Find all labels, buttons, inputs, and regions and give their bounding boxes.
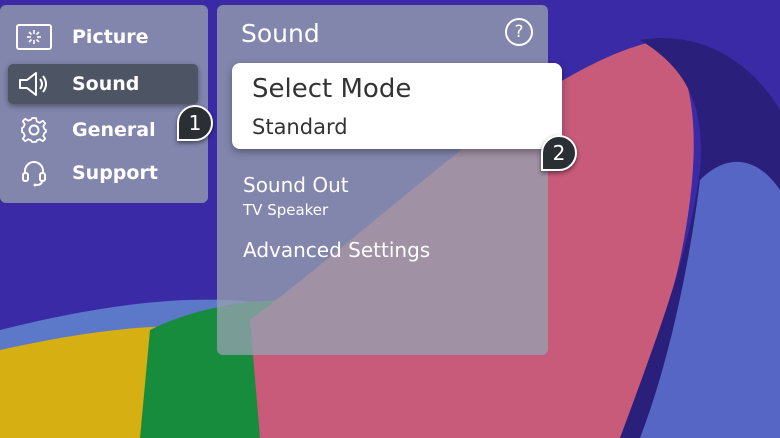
advanced-settings-label[interactable]: Advanced Settings xyxy=(243,238,430,262)
headset-icon xyxy=(14,158,54,188)
picture-icon xyxy=(14,22,54,52)
select-mode-item[interactable]: Select Mode Standard xyxy=(232,63,562,149)
gear-icon xyxy=(14,115,54,145)
menu-item-picture[interactable]: Picture xyxy=(8,17,198,57)
menu-item-label: Sound xyxy=(72,73,140,95)
step-marker-number: 2 xyxy=(552,141,566,165)
sound-out-value: TV Speaker xyxy=(243,201,329,219)
help-icon[interactable]: ? xyxy=(505,18,533,46)
menu-item-label: General xyxy=(72,119,156,141)
help-icon-symbol: ? xyxy=(514,22,524,42)
settings-menu-panel: Picture Sound General Support xyxy=(0,5,208,203)
speaker-icon xyxy=(14,69,54,99)
step-marker-1: 1 xyxy=(177,105,213,141)
sound-out-label[interactable]: Sound Out xyxy=(243,173,349,197)
menu-item-support[interactable]: Support xyxy=(8,153,198,193)
sound-settings-panel: Sound ? Sound Out TV Speaker Advanced Se… xyxy=(217,5,548,355)
menu-item-label: Support xyxy=(72,162,158,184)
step-marker-number: 1 xyxy=(188,111,202,135)
menu-item-label: Picture xyxy=(72,26,149,48)
panel-title: Sound xyxy=(241,19,320,48)
menu-item-general[interactable]: General xyxy=(8,110,198,150)
select-mode-label: Select Mode xyxy=(252,74,412,104)
menu-item-sound[interactable]: Sound xyxy=(8,64,198,104)
step-marker-2: 2 xyxy=(541,135,577,171)
select-mode-value: Standard xyxy=(252,115,348,139)
